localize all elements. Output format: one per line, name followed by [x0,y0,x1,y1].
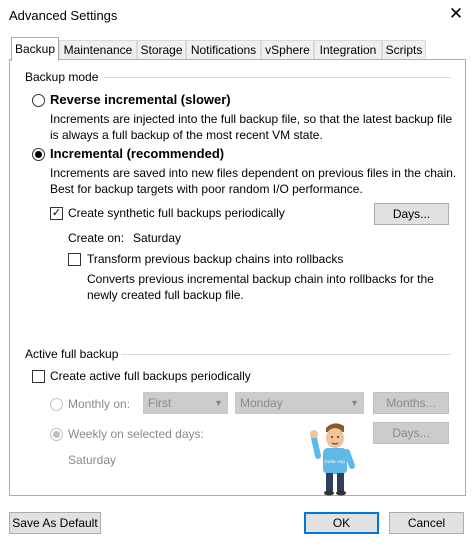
weekly-radio[interactable] [50,428,63,441]
save-as-default-button[interactable]: Save As Default [9,512,101,534]
mascot-illustration: hello vsp [310,423,355,496]
transform-rollbacks-desc-1: Converts previous incremental backup cha… [87,272,434,286]
group-divider [121,354,451,355]
reverse-incremental-radio[interactable] [32,94,45,107]
monthly-week-value: First [148,396,172,410]
synthetic-full-label[interactable]: Create synthetic full backups periodical… [68,205,285,221]
create-on-label: Create on: [68,231,125,245]
chevron-down-icon: ▼ [350,398,359,408]
cancel-button[interactable]: Cancel [389,512,464,534]
monthly-label: Monthly on: [68,397,131,411]
synthetic-days-button[interactable]: Days... [374,203,449,225]
monthly-week-select[interactable]: First ▼ [143,392,228,414]
tab-integration[interactable]: Integration [314,40,382,59]
tab-backup[interactable]: Backup [11,37,59,61]
tab-vsphere[interactable]: vSphere [261,40,314,59]
incremental-desc-2: Best for backup targets with poor random… [50,182,363,196]
close-icon[interactable]: ✕ [446,4,466,24]
tab-scripts[interactable]: Scripts [382,40,426,59]
mascot-shirt-text: hello vsp [325,459,345,465]
active-full-checkbox[interactable] [32,370,45,383]
reverse-incremental-desc-1: Increments are injected into the full ba… [50,112,453,126]
tab-storage[interactable]: Storage [137,40,186,59]
group-divider [104,77,451,78]
window-title: Advanced Settings [9,8,118,23]
transform-rollbacks-checkbox[interactable] [68,253,81,266]
months-button[interactable]: Months... [373,392,449,414]
weekly-days-value: Saturday [68,453,117,467]
reverse-incremental-label[interactable]: Reverse incremental (slower) [50,92,231,107]
monthly-day-value: Monday [240,396,283,410]
ok-button[interactable]: OK [304,512,379,534]
incremental-desc-1: Increments are saved into new files depe… [50,166,457,180]
active-full-create-label[interactable]: Create active full backups periodically [50,368,251,384]
transform-rollbacks-desc-2: newly created full backup file. [87,288,244,302]
create-on-value: Saturday [133,231,182,245]
monthly-radio[interactable] [50,398,63,411]
chevron-down-icon: ▼ [214,398,223,408]
weekly-days-button[interactable]: Days... [373,422,449,444]
incremental-radio[interactable] [32,148,45,161]
backup-mode-label: Backup mode [25,70,99,84]
tab-maintenance[interactable]: Maintenance [59,40,137,59]
incremental-label[interactable]: Incremental (recommended) [50,146,224,161]
weekly-label: Weekly on selected days: [68,427,204,441]
reverse-incremental-desc-2: is always a full backup of the most rece… [50,128,323,142]
active-full-label: Active full backup [25,347,119,361]
transform-rollbacks-label[interactable]: Transform previous backup chains into ro… [87,251,343,267]
synthetic-full-checkbox[interactable]: ✓ [50,207,63,220]
monthly-day-select[interactable]: Monday ▼ [235,392,364,414]
tab-notifications[interactable]: Notifications [186,40,261,59]
